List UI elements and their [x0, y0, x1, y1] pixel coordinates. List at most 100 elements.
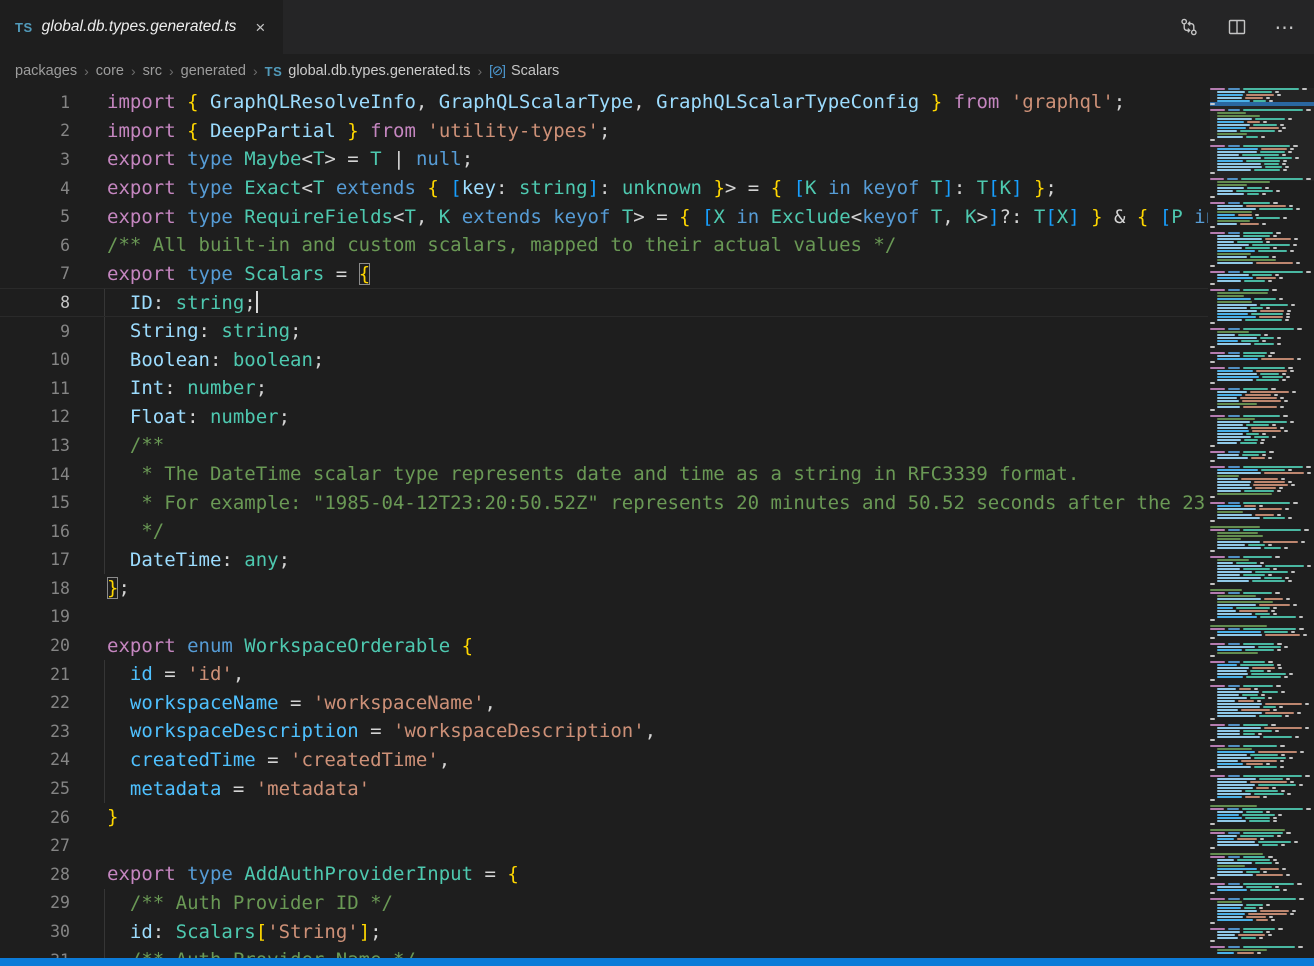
breadcrumb-separator: › — [131, 63, 136, 79]
code-text: /** Auth Provider ID */ — [70, 892, 393, 914]
line-number: 15 — [0, 493, 70, 512]
code-line[interactable]: 20export enum WorkspaceOrderable { — [0, 631, 1208, 660]
code-line[interactable]: 17 DateTime: any; — [0, 546, 1208, 575]
line-number: 13 — [0, 436, 70, 455]
minimap[interactable] — [1210, 88, 1314, 958]
more-actions-icon[interactable]: ⋯ — [1274, 16, 1296, 38]
code-line[interactable]: 15 * For example: "1985-04-12T23:20:50.5… — [0, 488, 1208, 517]
code-text: * For example: "1985-04-12T23:20:50.52Z"… — [70, 492, 1205, 514]
indent-guide — [104, 317, 105, 346]
type-symbol-icon: [⊘] — [489, 63, 505, 79]
breadcrumb-item-core[interactable]: core — [96, 63, 124, 79]
vscode-window: TS global.db.types.generated.ts × — [0, 0, 1314, 966]
indent-guide — [104, 460, 105, 489]
line-number: 1 — [0, 93, 70, 112]
indent-guide — [104, 546, 105, 575]
code-text: /** — [70, 434, 164, 456]
code-line[interactable]: 5export type RequireFields<T, K extends … — [0, 202, 1208, 231]
code-text: export type Maybe<T> = T | null; — [70, 148, 473, 170]
line-number: 7 — [0, 264, 70, 283]
indent-guide — [104, 774, 105, 803]
code-text: export type Exact<T extends { [key: stri… — [70, 177, 1057, 199]
code-text: export type Scalars = { — [70, 263, 370, 285]
code-text: import { DeepPartial } from 'utility-typ… — [70, 120, 610, 142]
code-line[interactable]: 6/** All built-in and custom scalars, ma… — [0, 231, 1208, 260]
split-editor-icon[interactable] — [1226, 16, 1248, 38]
code-text: workspaceDescription = 'workspaceDescrip… — [70, 720, 656, 742]
code-text: import { GraphQLResolveInfo, GraphQLScal… — [70, 91, 1125, 113]
code-text: createdTime = 'createdTime', — [70, 749, 450, 771]
code-line[interactable]: 10 Boolean: boolean; — [0, 345, 1208, 374]
line-number: 17 — [0, 550, 70, 569]
code-line[interactable]: 11 Int: number; — [0, 374, 1208, 403]
line-number: 3 — [0, 150, 70, 169]
line-number: 26 — [0, 808, 70, 827]
code-line[interactable]: 4export type Exact<T extends { [key: str… — [0, 174, 1208, 203]
indent-guide — [104, 917, 105, 946]
line-number: 2 — [0, 121, 70, 140]
indent-guide — [104, 488, 105, 517]
breadcrumb-item-generated[interactable]: generated — [181, 63, 246, 79]
tab-bar-empty-space — [283, 0, 1178, 54]
code-line[interactable]: 22 workspaceName = 'workspaceName', — [0, 688, 1208, 717]
breadcrumb-item-src[interactable]: src — [143, 63, 162, 79]
code-line[interactable]: 2import { DeepPartial } from 'utility-ty… — [0, 117, 1208, 146]
line-number: 9 — [0, 322, 70, 341]
code-editor[interactable]: 1import { GraphQLResolveInfo, GraphQLSca… — [0, 88, 1208, 958]
breadcrumb-item-symbol[interactable]: [⊘] Scalars — [489, 63, 559, 79]
line-number: 14 — [0, 465, 70, 484]
line-number: 30 — [0, 922, 70, 941]
breadcrumb-separator: › — [477, 63, 482, 79]
breadcrumb-item-file[interactable]: TS global.db.types.generated.ts — [265, 63, 471, 79]
line-number: 22 — [0, 693, 70, 712]
code-line[interactable]: 25 metadata = 'metadata' — [0, 774, 1208, 803]
status-bar — [0, 958, 1314, 966]
indent-guide — [104, 889, 105, 918]
breadcrumb-item-packages[interactable]: packages — [15, 63, 77, 79]
code-line[interactable]: 23 workspaceDescription = 'workspaceDesc… — [0, 717, 1208, 746]
tab-global-db-types[interactable]: TS global.db.types.generated.ts × — [0, 0, 283, 54]
line-number: 5 — [0, 207, 70, 226]
code-line[interactable]: 21 id = 'id', — [0, 660, 1208, 689]
breadcrumb-separator: › — [169, 63, 174, 79]
line-number: 19 — [0, 607, 70, 626]
line-number: 8 — [0, 293, 70, 312]
code-line[interactable]: 29 /** Auth Provider ID */ — [0, 889, 1208, 918]
line-number: 10 — [0, 350, 70, 369]
indent-guide — [104, 746, 105, 775]
code-line[interactable]: 3export type Maybe<T> = T | null; — [0, 145, 1208, 174]
code-line[interactable]: 14 * The DateTime scalar type represents… — [0, 460, 1208, 489]
code-line[interactable]: 26} — [0, 803, 1208, 832]
code-line[interactable]: 16 */ — [0, 517, 1208, 546]
code-text: } — [70, 806, 118, 828]
code-line[interactable]: 1import { GraphQLResolveInfo, GraphQLSca… — [0, 88, 1208, 117]
code-line[interactable]: 18}; — [0, 574, 1208, 603]
code-text: export type AddAuthProviderInput = { — [70, 863, 519, 885]
close-tab-icon[interactable]: × — [251, 17, 269, 38]
code-text: id = 'id', — [70, 663, 244, 685]
code-text: DateTime: any; — [70, 549, 290, 571]
code-text: ID: string; — [70, 291, 258, 314]
line-number: 31 — [0, 951, 70, 958]
code-line[interactable]: 19 — [0, 603, 1208, 632]
code-text: Int: number; — [70, 377, 267, 399]
code-line[interactable]: 7export type Scalars = { — [0, 260, 1208, 289]
line-number: 23 — [0, 722, 70, 741]
code-line[interactable]: 24 createdTime = 'createdTime', — [0, 746, 1208, 775]
code-line[interactable]: 13 /** — [0, 431, 1208, 460]
indent-guide — [104, 688, 105, 717]
line-number: 4 — [0, 179, 70, 198]
open-changes-icon[interactable] — [1178, 16, 1200, 38]
code-line[interactable]: 27 — [0, 831, 1208, 860]
line-number: 29 — [0, 893, 70, 912]
code-line[interactable]: 8 ID: string; — [0, 288, 1208, 317]
code-line[interactable]: 31 /** Auth Provider Name */ — [0, 946, 1208, 958]
code-line[interactable]: 30 id: Scalars['String']; — [0, 917, 1208, 946]
code-line[interactable]: 28export type AddAuthProviderInput = { — [0, 860, 1208, 889]
line-number: 25 — [0, 779, 70, 798]
indent-guide — [104, 289, 105, 316]
code-line[interactable]: 12 Float: number; — [0, 403, 1208, 432]
code-line[interactable]: 9 String: string; — [0, 317, 1208, 346]
line-number: 11 — [0, 379, 70, 398]
editor-actions: ⋯ — [1178, 0, 1314, 54]
